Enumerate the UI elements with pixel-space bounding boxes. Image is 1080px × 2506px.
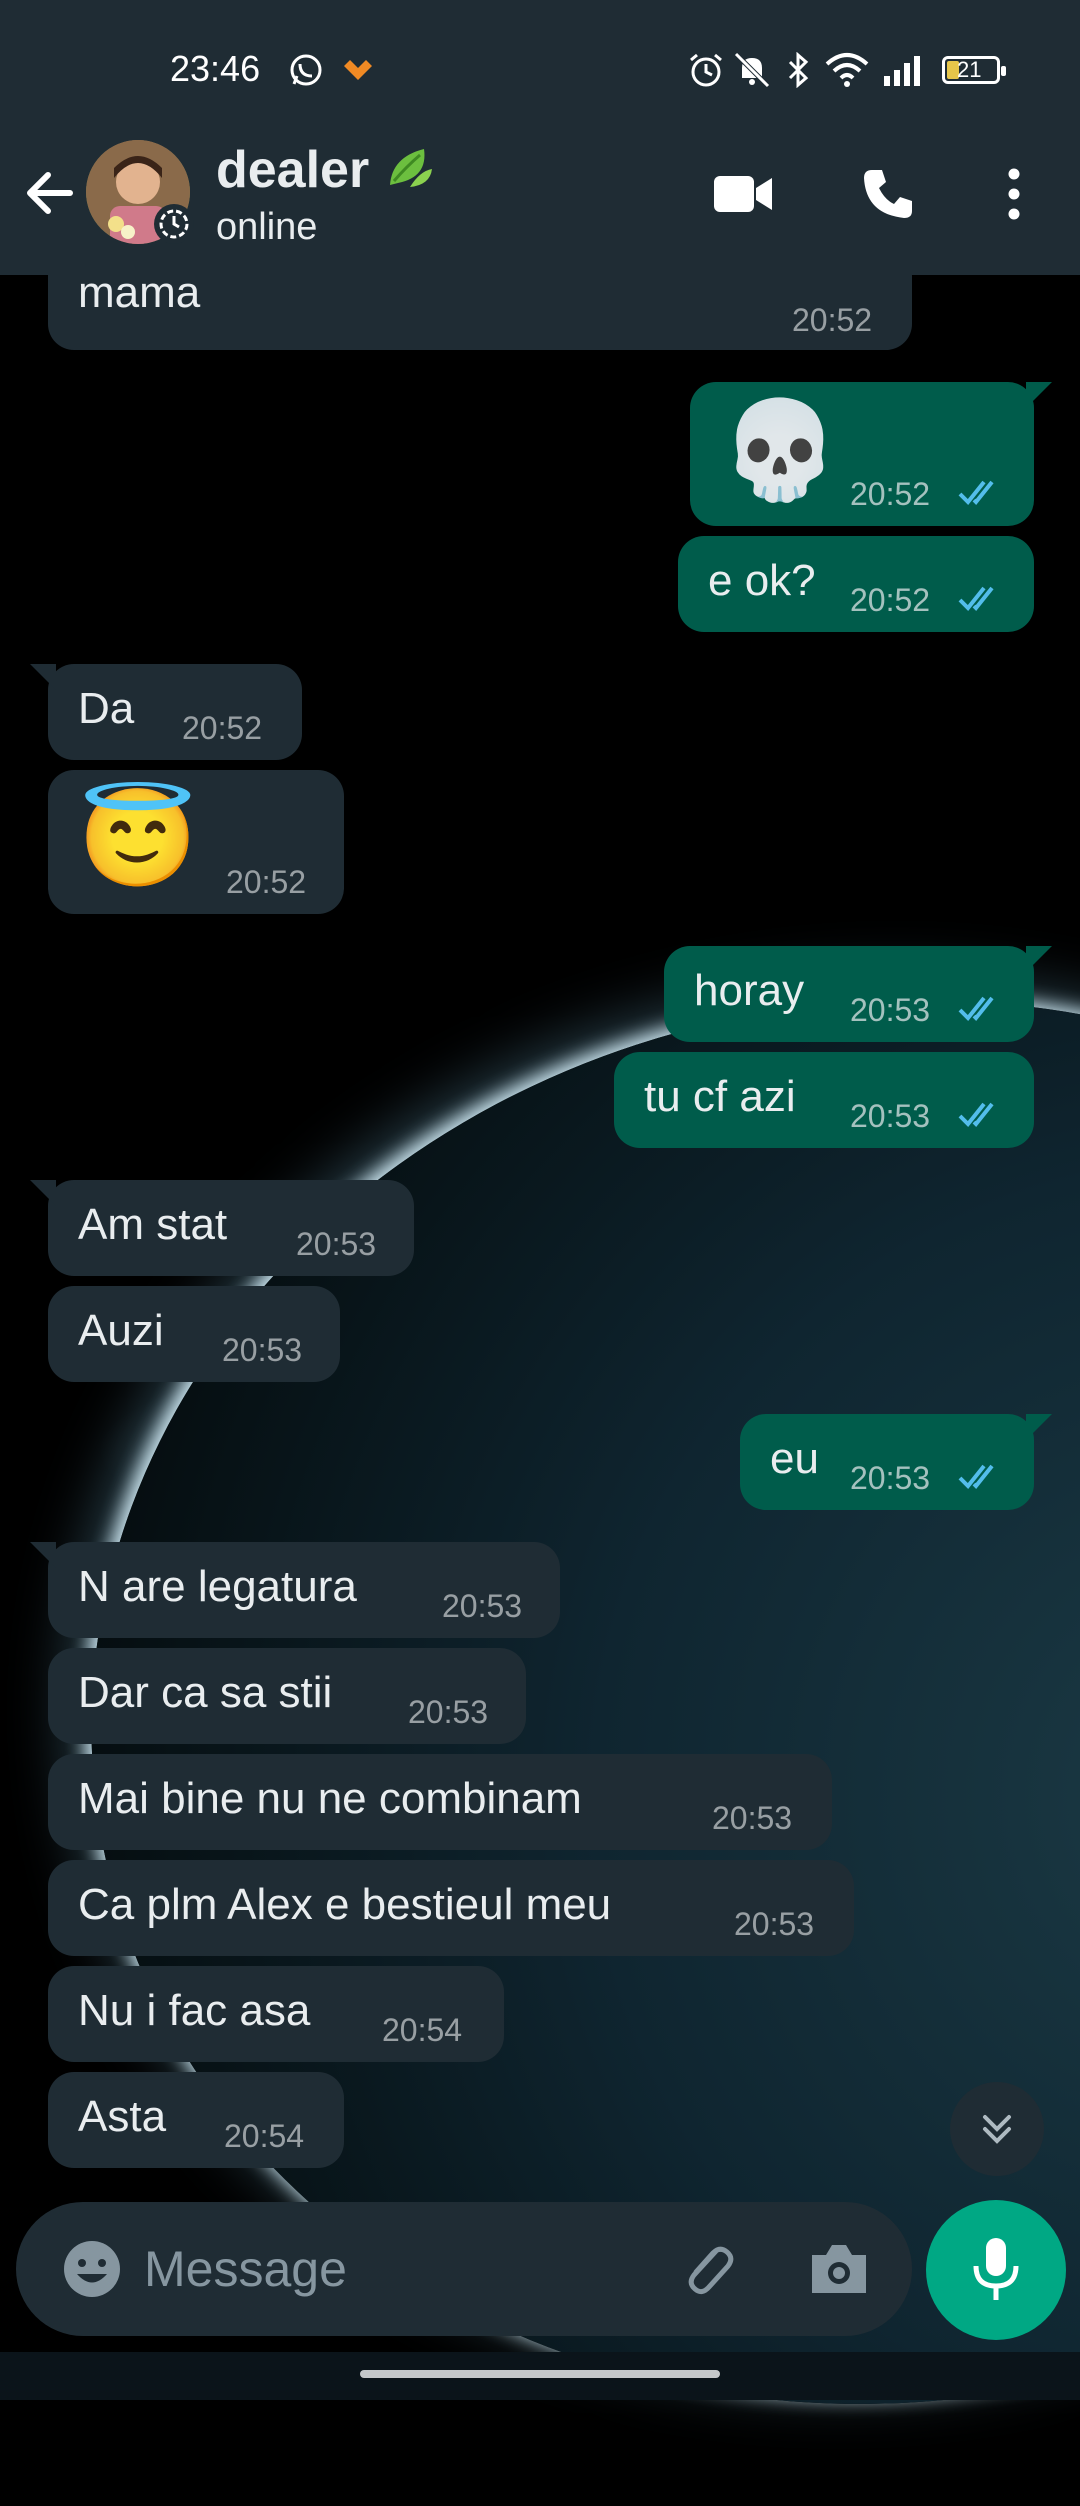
message-time: 20:53	[850, 1460, 931, 1496]
whatsapp-notification-icon	[290, 54, 322, 86]
message-text: Auzi	[78, 1306, 164, 1355]
status-update-icon	[154, 204, 194, 244]
home-gesture-handle[interactable]	[360, 2370, 720, 2378]
read-ticks-icon	[958, 1464, 994, 1489]
message-outgoing[interactable]: eu 20:53	[740, 1414, 1052, 1510]
message-time: 20:53	[222, 1332, 303, 1368]
message-time: 20:52	[850, 582, 931, 618]
muted-bell-icon	[734, 52, 770, 88]
message-emoji: 😇	[78, 785, 198, 892]
message-incoming[interactable]: Auzi 20:53	[48, 1286, 340, 1382]
video-call-button[interactable]	[712, 162, 776, 226]
microphone-icon	[973, 2238, 1019, 2300]
message-outgoing[interactable]: tu cf azi 20:53	[614, 1052, 1034, 1148]
signal-icon	[884, 56, 920, 86]
message-outgoing[interactable]: horay 20:53	[664, 946, 1052, 1042]
message-text: e ok?	[708, 556, 816, 605]
message-text: horay	[694, 966, 805, 1015]
read-ticks-icon	[958, 996, 994, 1021]
contact-name-text: dealer	[216, 141, 370, 199]
message-time: 20:53	[734, 1906, 815, 1942]
message-time: 20:53	[850, 1098, 931, 1134]
message-incoming[interactable]: Asta 20:54	[48, 2072, 344, 2168]
message-incoming[interactable]: Dar ca sa stii 20:53	[48, 1648, 526, 1744]
message-text: tu cf azi	[644, 1072, 796, 1121]
message-text: Asta	[78, 2092, 167, 2141]
message-outgoing[interactable]: 💀 20:52	[690, 382, 1052, 526]
message-incoming[interactable]: N are legatura 20:53	[30, 1542, 560, 1638]
contact-presence: online	[216, 206, 318, 248]
kebab-menu-icon	[1008, 168, 1020, 220]
emoji-icon[interactable]	[60, 2237, 124, 2301]
message-incoming[interactable]: Nu i fac asa 20:54	[48, 1966, 504, 2062]
chat-header: 23:46 21 dealer online	[0, 0, 1080, 275]
message-incoming[interactable]: Da 20:52	[30, 664, 302, 760]
message-time: 20:52	[792, 302, 873, 338]
message-text: Ca plm Alex e bestieul meu	[78, 1880, 612, 1929]
message-text: eu	[770, 1434, 819, 1483]
app-notification-icon	[344, 60, 372, 80]
camera-icon[interactable]	[806, 2239, 872, 2299]
message-time: 20:53	[712, 1800, 793, 1836]
status-time: 23:46	[170, 48, 261, 89]
leaf-emoji-icon	[389, 149, 432, 187]
bluetooth-icon	[788, 52, 809, 88]
alarm-icon	[690, 53, 722, 87]
attach-paperclip-icon[interactable]	[676, 2237, 740, 2301]
message-input[interactable]: Message	[144, 2240, 347, 2298]
back-arrow-icon[interactable]	[22, 165, 78, 221]
battery-level: 21	[957, 57, 982, 82]
message-time: 20:54	[224, 2118, 305, 2154]
message-emoji: 💀	[720, 397, 840, 504]
message-time: 20:53	[850, 992, 931, 1028]
conversation-header: dealer online	[0, 140, 1080, 275]
message-time: 20:53	[296, 1226, 377, 1262]
voice-message-button[interactable]	[926, 2200, 1066, 2340]
message-outgoing[interactable]: e ok? 20:52	[678, 536, 1034, 632]
battery-icon: 21	[942, 56, 1006, 84]
message-incoming[interactable]: Mai bine nu ne combinam 20:53	[48, 1754, 832, 1850]
double-chevron-down-icon	[983, 2115, 1011, 2144]
message-text: Da	[78, 684, 135, 733]
message-text: mama	[78, 268, 201, 317]
message-time: 20:52	[226, 864, 307, 900]
message-text: Am stat	[78, 1200, 228, 1249]
phone-icon	[864, 170, 912, 218]
more-options-button[interactable]	[982, 162, 1046, 226]
message-time: 20:54	[382, 2012, 463, 2048]
message-text: Mai bine nu ne combinam	[78, 1774, 582, 1823]
message-text: Dar ca sa stii	[78, 1668, 333, 1717]
message-text: N are legatura	[78, 1562, 357, 1611]
contact-name[interactable]: dealer	[216, 140, 436, 200]
read-ticks-icon	[958, 480, 994, 505]
video-camera-icon	[714, 176, 772, 212]
message-text: Nu i fac asa	[78, 1986, 311, 2035]
read-ticks-icon	[958, 586, 994, 611]
message-time: 20:53	[442, 1588, 523, 1624]
message-incoming[interactable]: 😇 20:52	[48, 770, 344, 914]
voice-call-button[interactable]	[856, 162, 920, 226]
message-incoming[interactable]: Am stat 20:53	[30, 1180, 414, 1276]
read-ticks-icon	[958, 1102, 994, 1127]
message-time: 20:52	[182, 710, 263, 746]
status-bar: 23:46 21	[0, 0, 1080, 140]
scroll-to-bottom-button[interactable]	[950, 2082, 1044, 2176]
message-time: 20:52	[850, 476, 931, 512]
message-incoming[interactable]: Ca plm Alex e bestieul meu 20:53	[48, 1860, 854, 1956]
wifi-icon	[825, 53, 869, 87]
message-time: 20:53	[408, 1694, 489, 1730]
message-composer[interactable]: Message	[16, 2202, 912, 2336]
